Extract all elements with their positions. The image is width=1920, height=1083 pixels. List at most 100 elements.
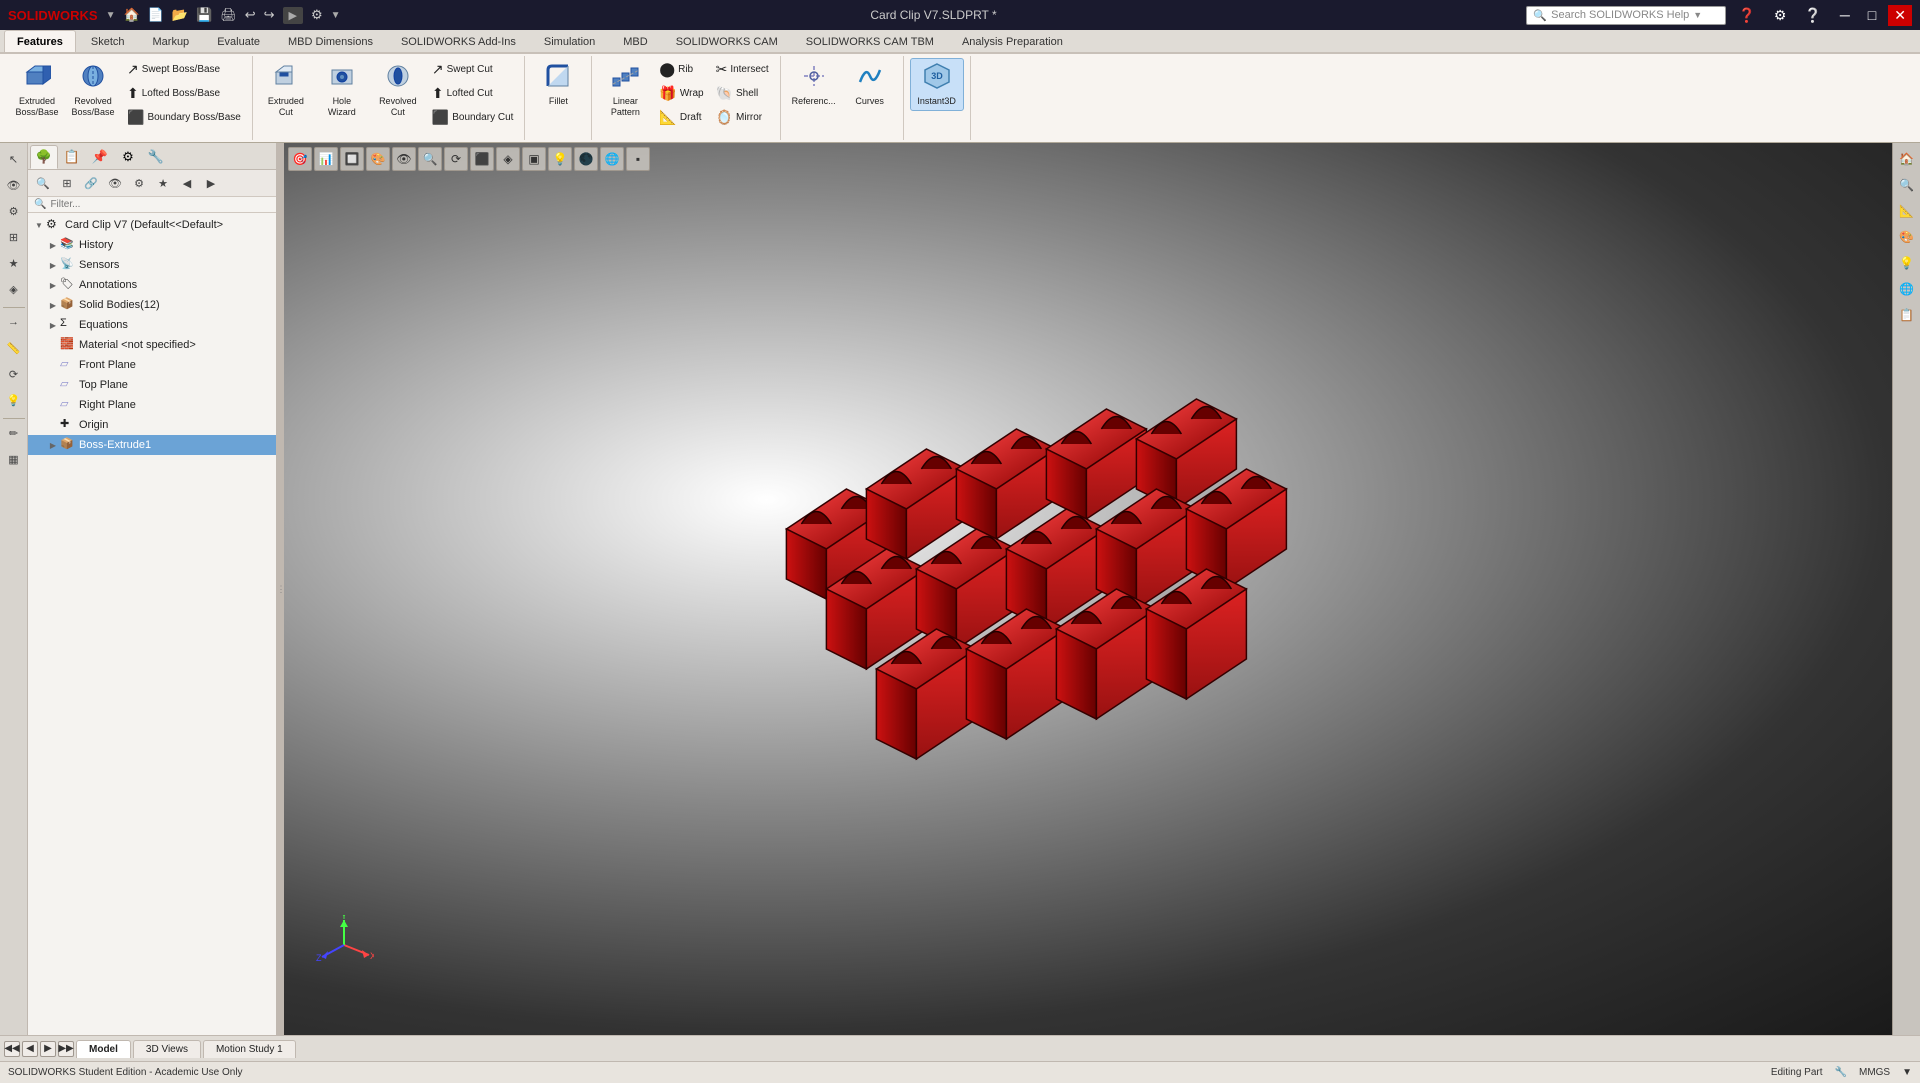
- tab-solidworks-cam[interactable]: SOLIDWORKS CAM: [663, 30, 791, 52]
- left-icon-transform[interactable]: ⟳: [2, 362, 26, 386]
- tab-solidworks-cam-tbm[interactable]: SOLIDWORKS CAM TBM: [793, 30, 947, 52]
- maximize-btn[interactable]: □: [1862, 5, 1882, 25]
- vp-shadow-btn[interactable]: 🌑: [574, 147, 598, 171]
- reference-btn[interactable]: Referenc...: [787, 58, 841, 111]
- intersect-btn[interactable]: ✂ Intersect: [711, 58, 774, 81]
- left-icon-star[interactable]: ★: [2, 251, 26, 275]
- tree-item-annotations[interactable]: ▶ 🏷 Annotations: [28, 275, 276, 295]
- tree-item-right-plane[interactable]: ▱ Right Plane: [28, 395, 276, 415]
- instant3d-btn[interactable]: 3D Instant3D: [910, 58, 964, 111]
- history-expand[interactable]: ▶: [46, 238, 60, 252]
- tab-solidworks-addins[interactable]: SOLIDWORKS Add-Ins: [388, 30, 529, 52]
- rebuild-btn[interactable]: ▶: [283, 7, 303, 24]
- left-icon-arrow[interactable]: →: [2, 310, 26, 334]
- curves-btn[interactable]: Curves: [843, 58, 897, 111]
- vp-edge-btn[interactable]: ▣: [522, 147, 546, 171]
- left-icon-shapes[interactable]: ◈: [2, 277, 26, 301]
- fm-view-btn[interactable]: ⊞: [56, 172, 78, 194]
- tree-item-equations[interactable]: ▶ Σ Equations: [28, 315, 276, 335]
- vp-orient-btn[interactable]: 🎯: [288, 147, 312, 171]
- search-arrow[interactable]: ▼: [1693, 10, 1702, 20]
- fm-tab-tree[interactable]: 🌳: [30, 145, 58, 169]
- fm-tab-display[interactable]: ⚙: [114, 145, 142, 169]
- filter-input[interactable]: [50, 199, 270, 210]
- fm-nav-right[interactable]: ▶: [200, 172, 222, 194]
- left-icon-grid[interactable]: ⊞: [2, 225, 26, 249]
- rs-dimension-btn[interactable]: 📐: [1895, 199, 1919, 223]
- tree-item-root[interactable]: ▼ ⚙ Card Clip V7 (Default<<Default>: [28, 215, 276, 235]
- question-icon[interactable]: ❔: [1798, 5, 1827, 26]
- rs-search-btn[interactable]: 🔍: [1895, 173, 1919, 197]
- quick-access-home[interactable]: 🏠: [123, 7, 139, 23]
- quick-access-new[interactable]: 📄: [148, 7, 164, 23]
- lofted-boss-base-btn[interactable]: ⬆ Lofted Boss/Base: [122, 82, 246, 105]
- fm-tab-properties[interactable]: 📋: [58, 145, 86, 169]
- units-label[interactable]: MMGS: [1859, 1067, 1890, 1078]
- solid-bodies-expand[interactable]: ▶: [46, 298, 60, 312]
- tree-item-solid-bodies[interactable]: ▶ 📦 Solid Bodies(12): [28, 295, 276, 315]
- tree-item-material[interactable]: 🧱 Material <not specified>: [28, 335, 276, 355]
- sensors-expand[interactable]: ▶: [46, 258, 60, 272]
- left-icon-light[interactable]: 💡: [2, 388, 26, 412]
- fm-filter-btn[interactable]: 🔍: [32, 172, 54, 194]
- search-bar[interactable]: 🔍 Search SOLIDWORKS Help ▼: [1526, 6, 1726, 25]
- tab-mbd[interactable]: MBD: [610, 30, 660, 52]
- left-icon-cursor[interactable]: ↖: [2, 147, 26, 171]
- tree-item-history[interactable]: ▶ 📚 History: [28, 235, 276, 255]
- tree-item-front-plane[interactable]: ▱ Front Plane: [28, 355, 276, 375]
- mirror-btn[interactable]: 🪞 Mirror: [711, 106, 774, 129]
- tab-sketch[interactable]: Sketch: [78, 30, 138, 52]
- viewport[interactable]: 🎯 📊 🔲 🎨 👁 🔍 ⟳ ⬛ ◈ ▣ 💡 🌑 🌐 ▪: [284, 143, 1892, 1035]
- extruded-cut-btn[interactable]: ExtrudedCut: [259, 58, 313, 122]
- vp-light-btn[interactable]: 💡: [548, 147, 572, 171]
- rs-light-btn[interactable]: 💡: [1895, 251, 1919, 275]
- rib-btn[interactable]: ⬤ Rib: [654, 58, 708, 81]
- fillet-btn[interactable]: Fillet: [531, 58, 585, 111]
- fm-link-btn[interactable]: 🔗: [80, 172, 102, 194]
- boundary-boss-base-btn[interactable]: ⬛ Boundary Boss/Base: [122, 106, 246, 129]
- tab-motion-study-1[interactable]: Motion Study 1: [203, 1040, 296, 1058]
- vp-display-btn[interactable]: 🎨: [366, 147, 390, 171]
- extruded-boss-base-btn[interactable]: ExtrudedBoss/Base: [10, 58, 64, 122]
- revolved-boss-base-btn[interactable]: RevolvedBoss/Base: [66, 58, 120, 122]
- quick-access-print[interactable]: 🖨: [220, 7, 237, 23]
- wrap-btn[interactable]: 🎁 Wrap: [654, 82, 708, 105]
- tree-item-origin[interactable]: ✚ Origin: [28, 415, 276, 435]
- rebuild-status-icon[interactable]: 🔧: [1835, 1067, 1847, 1078]
- rs-list-btn[interactable]: 📋: [1895, 303, 1919, 327]
- fm-eye-btn[interactable]: 👁: [104, 172, 126, 194]
- root-expand[interactable]: ▼: [32, 218, 46, 232]
- rs-color-btn[interactable]: 🎨: [1895, 225, 1919, 249]
- fm-nav-left[interactable]: ◀: [176, 172, 198, 194]
- left-icon-gear[interactable]: ⚙: [2, 199, 26, 223]
- tab-markup[interactable]: Markup: [140, 30, 203, 52]
- linear-pattern-btn[interactable]: LinearPattern: [598, 58, 652, 122]
- rs-home-btn[interactable]: 🏠: [1895, 147, 1919, 171]
- tree-item-top-plane[interactable]: ▱ Top Plane: [28, 375, 276, 395]
- boss-extrude1-expand[interactable]: ▶: [46, 438, 60, 452]
- rs-globe-btn[interactable]: 🌐: [1895, 277, 1919, 301]
- titlebar-menu-arrow[interactable]: ▼: [106, 10, 116, 21]
- annotations-expand[interactable]: ▶: [46, 278, 60, 292]
- left-icon-eye[interactable]: 👁: [2, 173, 26, 197]
- quick-access-redo[interactable]: ↪: [264, 7, 275, 23]
- swept-boss-base-btn[interactable]: ↗ Swept Boss/Base: [122, 58, 246, 81]
- vp-render-btn[interactable]: 🌐: [600, 147, 624, 171]
- close-btn[interactable]: ✕: [1888, 5, 1912, 26]
- vp-section-btn[interactable]: 🔲: [340, 147, 364, 171]
- vp-view-btn[interactable]: 📊: [314, 147, 338, 171]
- tree-item-sensors[interactable]: ▶ 📡 Sensors: [28, 255, 276, 275]
- vp-hide-btn[interactable]: 👁: [392, 147, 416, 171]
- hole-wizard-btn[interactable]: HoleWizard: [315, 58, 369, 122]
- settings-icon[interactable]: ⚙: [1768, 5, 1793, 26]
- left-icon-pencil[interactable]: ✏: [2, 421, 26, 445]
- quick-access-arrow[interactable]: ▼: [331, 10, 341, 21]
- lofted-cut-btn[interactable]: ⬆ Lofted Cut: [427, 82, 519, 105]
- tab-features[interactable]: Features: [4, 30, 76, 52]
- tab-simulation[interactable]: Simulation: [531, 30, 608, 52]
- tab-3d-views[interactable]: 3D Views: [133, 1040, 201, 1058]
- nav-last-btn[interactable]: ▶▶: [58, 1041, 74, 1057]
- quick-access-open[interactable]: 📂: [172, 7, 188, 23]
- quick-access-options[interactable]: ⚙: [311, 7, 323, 23]
- shell-btn[interactable]: 🐚 Shell: [711, 82, 774, 105]
